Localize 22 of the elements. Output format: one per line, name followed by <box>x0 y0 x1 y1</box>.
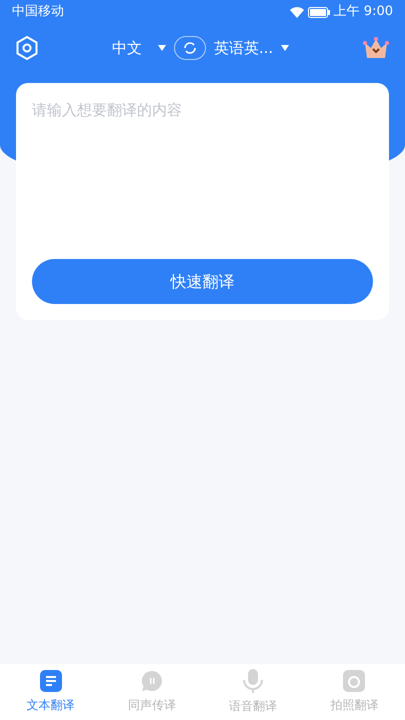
microphone-icon <box>242 669 264 693</box>
carrier-name: 中国移动 <box>12 3 64 22</box>
source-language-dropdown[interactable]: 中文 <box>112 36 166 60</box>
camera-icon <box>343 670 366 692</box>
input-card[interactable]: 请输入想要翻译的内容 快速翻译 <box>16 83 389 320</box>
battery-icon <box>308 6 330 18</box>
chat-bubble-icon <box>140 670 163 692</box>
tab-bar-item[interactable]: 语音翻译 <box>213 669 294 715</box>
tab-bar-item[interactable]: 文本翻译 <box>10 670 91 714</box>
crown-icon[interactable] <box>363 37 389 59</box>
swap-icon <box>182 40 198 56</box>
wifi-icon <box>290 6 304 18</box>
translate-button[interactable]: 快速翻译 <box>32 259 373 304</box>
caret-icon <box>158 45 166 51</box>
tab-bar-item[interactable]: 拍照翻译 <box>314 670 394 714</box>
document-icon <box>40 670 62 692</box>
tab-bar-item[interactable]: 同声传译 <box>112 670 192 714</box>
settings-icon[interactable] <box>16 36 38 60</box>
clock-time: 上午 9:00 <box>334 3 393 22</box>
caret-icon <box>281 45 290 51</box>
swap-languages-button[interactable] <box>174 36 206 60</box>
target-language-dropdown[interactable]: 英语英... <box>214 36 290 60</box>
